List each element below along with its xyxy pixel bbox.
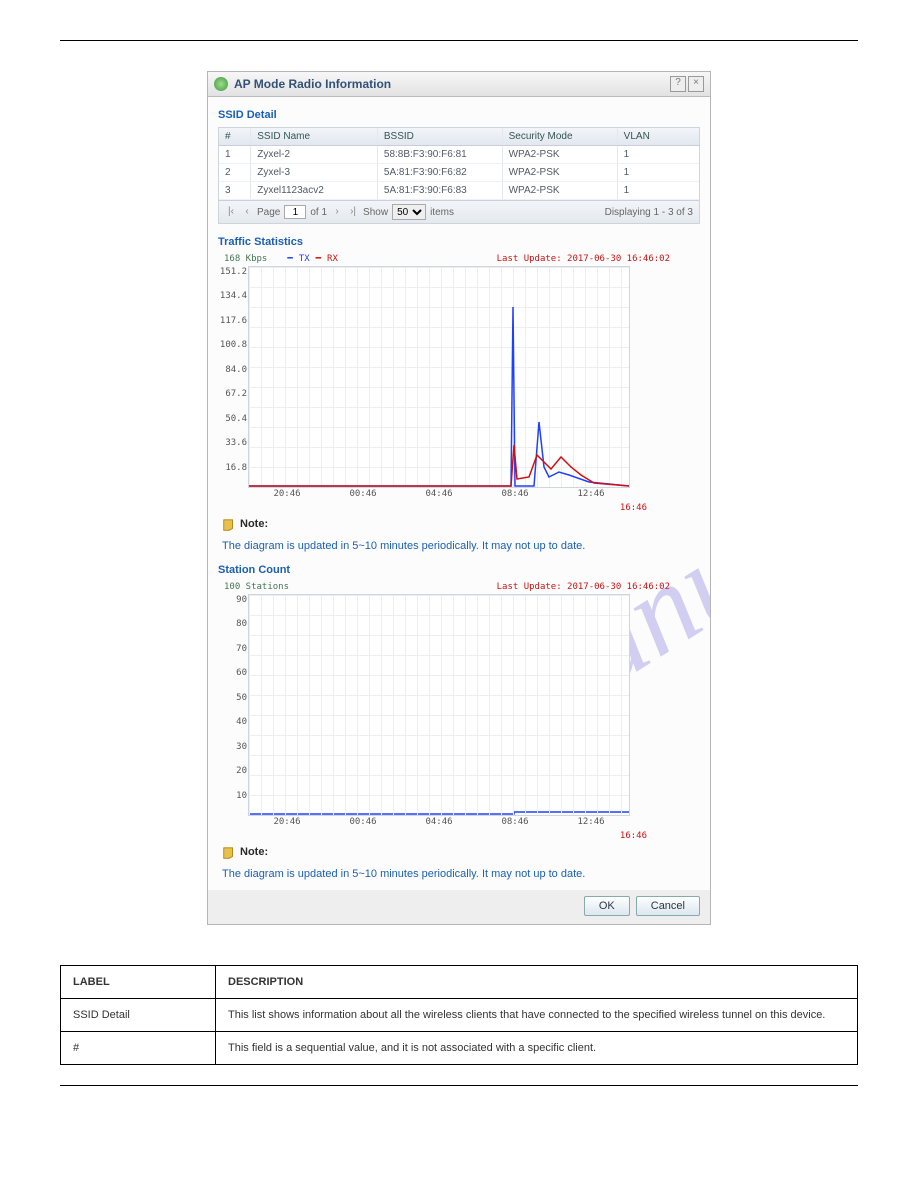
note-label: Note: <box>240 846 268 858</box>
cell: 1 <box>219 146 251 163</box>
ssid-section-title: SSID Detail <box>218 109 700 121</box>
desc-text: This field is a sequential value, and it… <box>216 1032 858 1065</box>
cell: WPA2-PSK <box>503 146 618 163</box>
cell: Zyxel1123acv2 <box>251 182 378 199</box>
cell: 3 <box>219 182 251 199</box>
col-index[interactable]: # <box>219 128 251 145</box>
last-page-icon[interactable]: ›| <box>347 206 359 218</box>
cell: 1 <box>618 182 699 199</box>
note-label: Note: <box>240 518 268 530</box>
dialog-header: AP Mode Radio Information ? × <box>208 72 710 97</box>
note-icon <box>222 518 236 532</box>
desc-head-label: LABEL <box>61 966 216 999</box>
next-page-icon[interactable]: › <box>331 206 343 218</box>
col-bssid[interactable]: BSSID <box>378 128 503 145</box>
bottom-rule <box>60 1085 858 1086</box>
table-header: # SSID Name BSSID Security Mode VLAN <box>219 128 699 146</box>
station-section-title: Station Count <box>218 564 700 576</box>
dialog-window: manualshive.com AP Mode Radio Informatio… <box>207 71 711 925</box>
cancel-button[interactable]: Cancel <box>636 896 700 916</box>
show-label: Show <box>363 207 388 218</box>
col-vlan[interactable]: VLAN <box>618 128 699 145</box>
table-row[interactable]: 3 Zyxel1123acv2 5A:81:F3:90:F6:83 WPA2-P… <box>219 182 699 200</box>
ssid-table: # SSID Name BSSID Security Mode VLAN 1 Z… <box>218 127 700 224</box>
cell: Zyxel-2 <box>251 146 378 163</box>
note-text: The diagram is updated in 5~10 minutes p… <box>222 868 700 880</box>
traffic-xend: 16:46 <box>620 503 647 513</box>
page-input[interactable] <box>284 205 306 219</box>
displaying-text: Displaying 1 - 3 of 3 <box>605 207 693 218</box>
station-ylabel: 100 Stations <box>224 582 289 592</box>
station-last-update: Last Update: 2017-06-30 16:46:02 <box>497 582 670 592</box>
show-select[interactable]: 50 <box>392 204 426 220</box>
refresh-icon[interactable] <box>214 77 228 91</box>
cell: Zyxel-3 <box>251 164 378 181</box>
ok-button[interactable]: OK <box>584 896 630 916</box>
dialog-footer: OK Cancel <box>208 890 710 916</box>
traffic-yaxis: 151.2134.4117.6100.884.067.250.433.616.8 <box>219 267 247 487</box>
cell: 2 <box>219 164 251 181</box>
note-text: The diagram is updated in 5~10 minutes p… <box>222 540 700 552</box>
traffic-chart: 151.2134.4117.6100.884.067.250.433.616.8… <box>248 266 630 488</box>
station-yaxis: 908070605040302010 <box>219 595 247 815</box>
legend-rx: RX <box>327 254 338 264</box>
cell: 1 <box>618 146 699 163</box>
traffic-last-update: Last Update: 2017-06-30 16:46:02 <box>497 254 670 264</box>
traffic-ylabel: 168 Kbps <box>224 254 267 264</box>
legend-tx: TX <box>299 254 310 264</box>
station-xaxis: 20:4600:4604:4608:4612:46 <box>249 817 629 827</box>
pager: |‹ ‹ Page of 1 › ›| Show 50 items Displa… <box>219 200 699 223</box>
station-xend: 16:46 <box>620 831 647 841</box>
first-page-icon[interactable]: |‹ <box>225 206 237 218</box>
cell: 1 <box>618 164 699 181</box>
table-row[interactable]: 2 Zyxel-3 5A:81:F3:90:F6:82 WPA2-PSK 1 <box>219 164 699 182</box>
cell: 58:8B:F3:90:F6:81 <box>378 146 503 163</box>
station-chart: 908070605040302010 20:4600:4604:4608:461… <box>248 594 630 816</box>
description-table: LABEL DESCRIPTION SSID Detail This list … <box>60 965 858 1065</box>
traffic-xaxis: 20:4600:4604:4608:4612:46 <box>249 489 629 499</box>
traffic-section-title: Traffic Statistics <box>218 236 700 248</box>
traffic-svg <box>249 267 629 487</box>
page-label: Page <box>257 207 280 218</box>
table-row[interactable]: 1 Zyxel-2 58:8B:F3:90:F6:81 WPA2-PSK 1 <box>219 146 699 164</box>
page-of: of 1 <box>310 207 327 218</box>
close-icon[interactable]: × <box>688 76 704 92</box>
prev-page-icon[interactable]: ‹ <box>241 206 253 218</box>
help-icon[interactable]: ? <box>670 76 686 92</box>
desc-text: This list shows information about all th… <box>216 999 858 1032</box>
top-rule <box>60 40 858 41</box>
col-ssid-name[interactable]: SSID Name <box>251 128 378 145</box>
dialog-title: AP Mode Radio Information <box>234 77 391 91</box>
cell: WPA2-PSK <box>503 164 618 181</box>
desc-label: # <box>61 1032 216 1065</box>
desc-label: SSID Detail <box>61 999 216 1032</box>
cell: 5A:81:F3:90:F6:83 <box>378 182 503 199</box>
items-label: items <box>430 207 454 218</box>
note-icon <box>222 846 236 860</box>
desc-head-desc: DESCRIPTION <box>216 966 858 999</box>
cell: 5A:81:F3:90:F6:82 <box>378 164 503 181</box>
col-security[interactable]: Security Mode <box>503 128 618 145</box>
cell: WPA2-PSK <box>503 182 618 199</box>
